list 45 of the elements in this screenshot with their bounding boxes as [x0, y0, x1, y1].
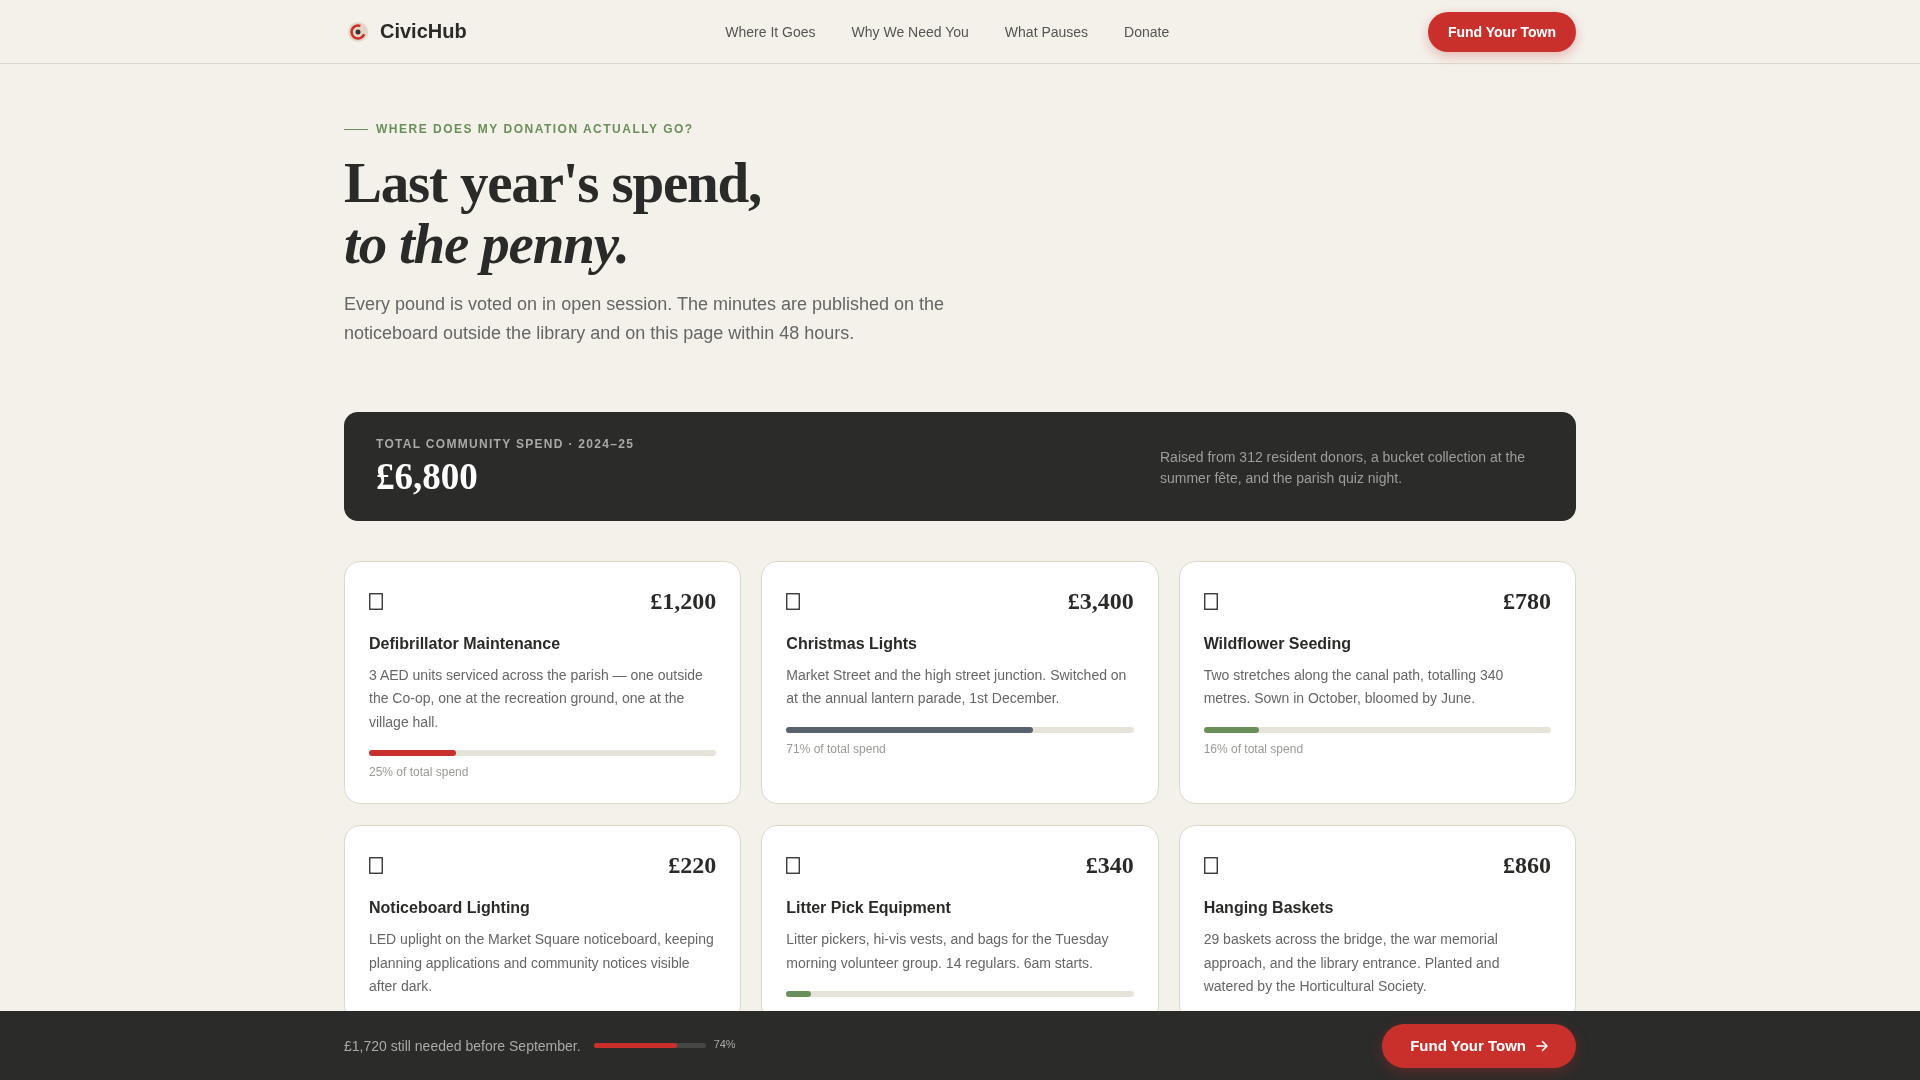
rectangle-outline-icon [1203, 856, 1218, 874]
card-title: Noticeboard Lighting [369, 898, 531, 919]
card-description: 3 AED units serviced across the parish — one outside the Co-op, one at the recreation ground, one at the village hall. [369, 666, 704, 732]
amount-text: £1,200 [650, 587, 717, 616]
rectangle-outline-icon [1203, 592, 1218, 610]
amount-text: £340 [1085, 851, 1134, 881]
intro-paragraph: Every pound is voted on in open session. The minutes are published on the noticeboard outside the library and on this page within 48 hours. [344, 293, 946, 345]
share-label: 25% of total spend [369, 764, 470, 781]
share-label: 71% of total spend [786, 740, 887, 757]
brand-name[interactable]: CivicHub [380, 20, 467, 43]
card-description: Two stretches along the canal path, totalling 340 metres. Sown in October, bloomed by June. [1203, 666, 1505, 709]
rectangle-outline-icon [369, 592, 383, 610]
card-description: LED uplight on the Market Square noticeboard, keeping planning applications and community notices visible after dark. [369, 930, 715, 997]
funding-message: £1,720 still needed before September. [344, 1037, 581, 1054]
amount-text: £780 [1503, 587, 1551, 616]
share-label: 16% of total spend [1203, 740, 1305, 757]
nav-link[interactable]: Why We Need You [851, 23, 969, 40]
percent-text: 74% [713, 1037, 736, 1050]
amount-text: £3,400 [1067, 587, 1134, 616]
nav-link[interactable]: Donate [1124, 23, 1170, 40]
headline-text: Last year's spend, [344, 152, 762, 213]
card-description: 29 baskets across the bridge, the war memorial approach, and the library entrance. Planted and watered by the Horticultural Society. [1203, 930, 1501, 997]
card-title: Wildflower Seeding [1203, 634, 1353, 654]
card-description: Market Street and the high street junction. Switched on at the annual lantern parade, 1st December. [786, 666, 1128, 709]
funding-note: Raised from 312 resident donors, a bucket collection at the summer fête, and the parish quiz night. [1160, 447, 1526, 488]
rectangle-outline-icon [786, 856, 801, 874]
total-amount: £6,800 [376, 455, 479, 499]
total-label: TOTAL COMMUNITY SPEND · 2024–25 [376, 436, 635, 452]
amount-text: £220 [668, 851, 717, 881]
circle-logo-icon [348, 21, 368, 42]
fund-button[interactable]: Fund Your Town [1382, 1023, 1576, 1068]
rectangle-outline-icon [786, 592, 801, 610]
eyebrow-text: WHERE DOES MY DONATION ACTUALLY GO? [376, 121, 694, 137]
amount-text: £860 [1503, 851, 1551, 881]
card-description: Litter pickers, hi-vis vests, and bags for the Tuesday morning volunteer group. 14 regulars. 6am starts. [786, 930, 1110, 973]
arrow-right-icon [1536, 1039, 1548, 1052]
card-title: Hanging Baskets [1203, 898, 1335, 919]
rectangle-outline-icon [369, 856, 383, 874]
headline-text: to the penny. [344, 213, 629, 274]
nav-link[interactable]: Where It Goes [725, 23, 816, 40]
nav-link[interactable]: What Pauses [1004, 23, 1089, 40]
card-title: Defibrillator Maintenance [369, 634, 562, 654]
card-title: Christmas Lights [786, 634, 918, 654]
card-title: Litter Pick Equipment [786, 898, 952, 919]
fund-button[interactable]: Fund Your Town [1427, 11, 1576, 52]
